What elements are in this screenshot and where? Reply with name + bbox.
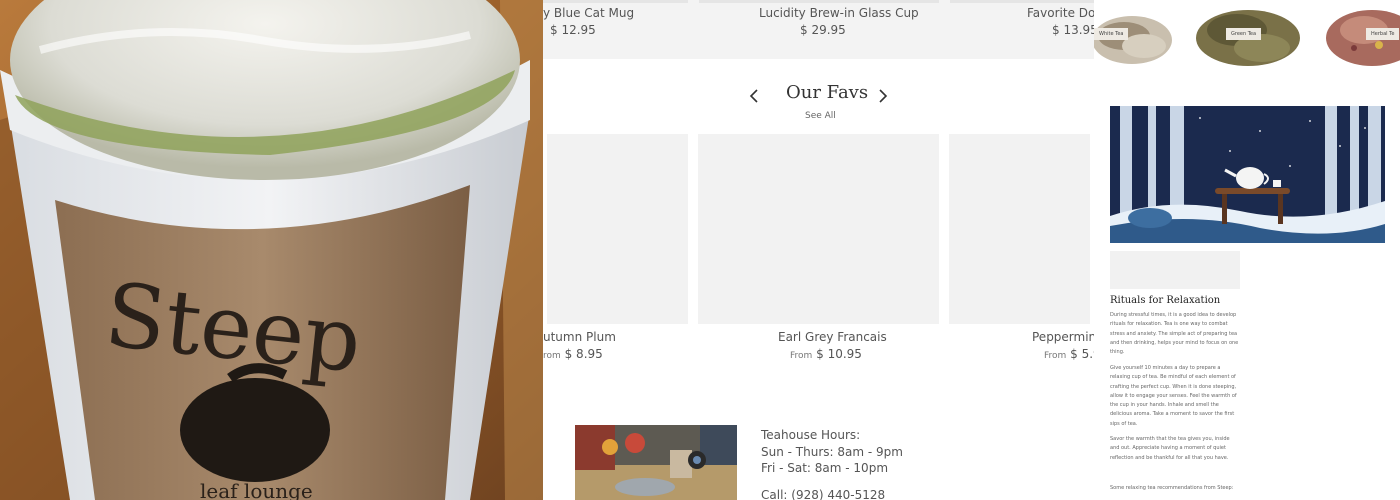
tea-category-label: Green Tea <box>1226 28 1262 40</box>
product-image-placeholder[interactable] <box>949 134 1090 324</box>
product-price-row: From $ 5.9 <box>1044 347 1094 361</box>
article-paragraph: Savor the warmth that the tea gives you,… <box>1110 436 1230 461</box>
chevron-right-icon[interactable] <box>877 88 889 104</box>
product-price: $ 10.95 <box>816 347 862 361</box>
image-placeholder <box>1110 251 1240 289</box>
hours-heading: Teahouse Hours: <box>761 428 861 442</box>
hours-weekday: Sun - Thurs: 8am - 9pm <box>761 445 903 459</box>
product-image-edge <box>543 0 688 3</box>
article-paragraph: During stressful times, it is a good ide… <box>1110 312 1239 356</box>
product-image-placeholder[interactable] <box>547 134 688 324</box>
product-image-placeholder[interactable] <box>698 134 939 324</box>
see-all-link[interactable]: See All <box>805 111 836 121</box>
latte-cup-image: Steep leaf lounge <box>0 0 543 500</box>
teahouse-photo <box>575 425 737 500</box>
article-paragraph: Give yourself 10 minutes a day to prepar… <box>1110 365 1237 427</box>
tea-category-label: Herbal Te <box>1366 28 1400 40</box>
product-name[interactable]: Lucidity Brew-in Glass Cup <box>759 6 919 20</box>
tea-category-label: White Tea <box>1094 28 1129 40</box>
blog-hero-illustration <box>1110 106 1385 243</box>
product-price: $ 29.95 <box>800 23 846 37</box>
section-title-our-favs: Our Favs <box>786 82 869 103</box>
product-name[interactable]: Earl Grey Francais <box>778 330 887 344</box>
from-label: rom <box>543 351 561 361</box>
from-label: From <box>1044 351 1067 361</box>
tea-category-tile[interactable]: White Tea <box>1094 0 1174 70</box>
tea-category-tile[interactable]: Herbal Te <box>1324 0 1400 70</box>
article-paragraph: Some relaxing tea recommendations from S… <box>1110 485 1234 491</box>
blog-right-panel: White Tea Green Tea Herbal Te Rituals fo… <box>1094 0 1400 500</box>
from-label: From <box>790 351 813 361</box>
shop-middle-panel: y Blue Cat Mug $ 12.95 Lucidity Brew-in … <box>543 0 1094 500</box>
tea-category-tile[interactable]: Green Tea <box>1192 0 1304 70</box>
latte-photo: Steep leaf lounge <box>0 0 543 500</box>
product-price-row: From $ 10.95 <box>790 347 862 361</box>
hours-weekend: Fri - Sat: 8am - 10pm <box>761 461 889 475</box>
product-name[interactable]: utumn Plum <box>543 330 616 344</box>
phone-link[interactable]: Call: (928) 440-5128 <box>761 488 885 500</box>
product-name[interactable]: Peppermint F <box>1032 330 1094 344</box>
product-price-row: rom $ 8.95 <box>543 347 603 361</box>
product-name[interactable]: y Blue Cat Mug <box>543 6 634 20</box>
product-image-edge <box>699 0 939 3</box>
product-image-edge <box>950 0 1094 3</box>
product-price: $ 5.9 <box>1070 347 1094 361</box>
chevron-left-icon[interactable] <box>748 88 760 104</box>
product-price: $ 12.95 <box>550 23 596 37</box>
product-price: $ 13.95 <box>1052 23 1094 37</box>
svg-text:leaf lounge: leaf lounge <box>200 479 313 500</box>
product-price: $ 8.95 <box>564 347 603 361</box>
product-name[interactable]: Favorite Dogs <box>1027 6 1094 20</box>
article-title: Rituals for Relaxation <box>1110 295 1221 306</box>
